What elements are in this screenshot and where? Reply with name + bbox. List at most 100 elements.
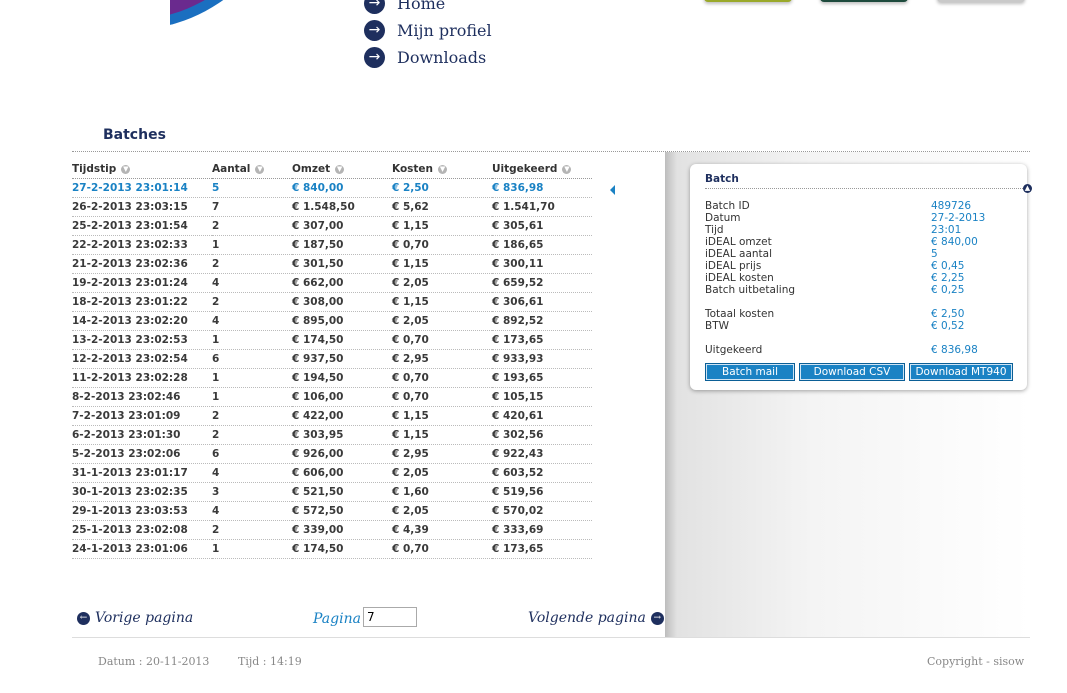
sort-icon[interactable]: ▼ [562, 165, 572, 174]
table-cell: € 1.541,70 [492, 197, 592, 217]
detail-label: iDEAL aantal [705, 248, 772, 260]
table-row[interactable]: 29-1-2013 23:03:53 4 € 572,50 € 2,05 € 570,0… [72, 501, 592, 521]
table-row[interactable]: 13-2-2013 23:02:53 1 € 174,50 € 0,70 € 173,6… [72, 330, 592, 350]
table-cell: 2 [212, 406, 292, 426]
nav-item-downloads[interactable]: → Downloads [364, 44, 492, 71]
table-cell: 7 [212, 197, 292, 217]
column-header-omzet[interactable]: Omzet ▼ [292, 160, 392, 179]
table-row[interactable]: 21-2-2013 23:02:36 2 € 301,50 € 1,15 € 300,1… [72, 254, 592, 274]
table-row[interactable]: 6-2-2013 23:01:30 2 € 303,95 € 1,15 € 302,56 [72, 425, 592, 445]
table-cell: € 1,15 [392, 425, 492, 445]
table-row[interactable]: 30-1-2013 23:02:35 3 € 521,50 € 1,60 € 519,5… [72, 482, 592, 502]
divider [72, 637, 1030, 638]
detail-value: € 0,52 [931, 320, 965, 332]
detail-value: 23:01 [931, 224, 962, 236]
table-row[interactable]: 22-2-2013 23:02:33 1 € 187,50 € 0,70 € 186,6… [72, 235, 592, 255]
table-cell: 1 [212, 368, 292, 388]
arrow-right-icon: → [364, 0, 385, 14]
top-tab-green[interactable] [704, 0, 792, 2]
table-cell: 24-1-2013 23:01:06 [72, 539, 212, 559]
table-row[interactable]: 31-1-2013 23:01:17 4 € 606,00 € 2,05 € 603,5… [72, 463, 592, 483]
column-header-uitgekeerd[interactable]: Uitgekeerd ▼ [492, 160, 592, 179]
batch-mail-button[interactable]: Batch mail [705, 363, 795, 381]
table-cell: 26-2-2013 23:03:15 [72, 197, 212, 217]
table-cell: € 606,00 [292, 463, 392, 483]
top-tab-dark-green[interactable] [820, 0, 908, 2]
table-cell: € 937,50 [292, 349, 392, 369]
table-row[interactable]: 8-2-2013 23:02:46 1 € 106,00 € 0,70 € 105,15 [72, 387, 592, 407]
table-row[interactable]: 24-1-2013 23:01:06 1 € 174,50 € 0,70 € 173,6… [72, 539, 592, 559]
table-cell: € 5,62 [392, 197, 492, 217]
detail-value: € 0,25 [931, 284, 965, 296]
table-cell: € 2,50 [392, 178, 492, 198]
table-cell: 2 [212, 216, 292, 236]
table-cell: € 659,52 [492, 273, 592, 293]
table-cell: 2 [212, 425, 292, 445]
batch-detail-card: Batch ▲ Batch ID 489726 Datum 27-2-2013 Tijd… [690, 164, 1032, 390]
sort-icon[interactable]: ▼ [121, 165, 131, 174]
detail-label: BTW [705, 320, 729, 332]
table-cell: € 895,00 [292, 311, 392, 331]
detail-value: € 836,98 [931, 344, 978, 356]
sort-icon[interactable]: ▼ [255, 165, 265, 174]
table-cell: € 0,70 [392, 539, 492, 559]
detail-label: Batch ID [705, 200, 750, 212]
table-row[interactable]: 7-2-2013 23:01:09 2 € 422,00 € 1,15 € 420,61 [72, 406, 592, 426]
download-mt940-button[interactable]: Download MT940 [909, 363, 1013, 381]
nav-item-mijn-profiel[interactable]: → Mijn profiel [364, 17, 492, 44]
table-cell: € 303,95 [292, 425, 392, 445]
table-cell: € 0,70 [392, 330, 492, 350]
previous-page-link[interactable]: ← Vorige pagina [77, 610, 193, 626]
footer-copyright: Copyright - sisow [927, 655, 1025, 668]
sort-icon[interactable]: ▼ [438, 165, 448, 174]
table-row[interactable]: 26-2-2013 23:03:15 7 € 1.548,50 € 5,62 € 1.5… [72, 197, 592, 217]
table-cell: 5-2-2013 23:02:06 [72, 444, 212, 464]
table-cell: 25-2-2013 23:01:54 [72, 216, 212, 236]
table-cell: € 193,65 [492, 368, 592, 388]
table-row[interactable]: 12-2-2013 23:02:54 6 € 937,50 € 2,95 € 933,9… [72, 349, 592, 369]
table-cell: € 603,52 [492, 463, 592, 483]
download-csv-button[interactable]: Download CSV [799, 363, 905, 381]
page-number-input[interactable] [363, 607, 417, 627]
table-cell: 4 [212, 273, 292, 293]
table-cell: 5 [212, 178, 292, 198]
table-row[interactable]: 25-2-2013 23:01:54 2 € 307,00 € 1,15 € 305,6… [72, 216, 592, 236]
table-row[interactable]: 18-2-2013 23:01:22 2 € 308,00 € 1,15 € 306,6… [72, 292, 592, 312]
table-cell: € 307,00 [292, 216, 392, 236]
detail-value: € 0,45 [931, 260, 965, 272]
table-row[interactable]: 27-2-2013 23:01:14 5 € 840,00 € 2,50 € 836,9… [72, 178, 592, 198]
table-cell: € 173,65 [492, 330, 592, 350]
detail-value: 5 [931, 248, 938, 260]
table-cell: 27-2-2013 23:01:14 [72, 178, 212, 198]
table-row[interactable]: 11-2-2013 23:02:28 1 € 194,50 € 0,70 € 193,6… [72, 368, 592, 388]
table-row[interactable]: 5-2-2013 23:02:06 6 € 926,00 € 2,95 € 922,43 [72, 444, 592, 464]
collapse-icon[interactable]: ▲ [1023, 184, 1032, 193]
table-cell: € 308,00 [292, 292, 392, 312]
detail-value: 489726 [931, 200, 972, 212]
table-cell: € 2,05 [392, 273, 492, 293]
table-cell: € 933,93 [492, 349, 592, 369]
table-cell: € 194,50 [292, 368, 392, 388]
divider [705, 188, 1023, 189]
next-page-link[interactable]: Volgende pagina → [528, 610, 664, 626]
table-row[interactable]: 25-1-2013 23:02:08 2 € 339,00 € 4,39 € 333,6… [72, 520, 592, 540]
table-row[interactable]: 19-2-2013 23:01:24 4 € 662,00 € 2,05 € 659,5… [72, 273, 592, 293]
column-header-aantal[interactable]: Aantal ▼ [212, 160, 292, 179]
column-header-tijdstip[interactable]: Tijdstip ▼ [72, 160, 212, 179]
table-cell: 1 [212, 235, 292, 255]
table-cell: 21-2-2013 23:02:36 [72, 254, 212, 274]
table-cell: 4 [212, 501, 292, 521]
column-header-label: Aantal [212, 163, 251, 175]
table-cell: 1 [212, 387, 292, 407]
nav-item-home[interactable]: → Home [364, 0, 492, 17]
arrow-left-icon: ← [77, 611, 90, 625]
sort-icon[interactable]: ▼ [335, 165, 345, 174]
column-header-label: Omzet [292, 163, 331, 175]
table-cell: 29-1-2013 23:03:53 [72, 501, 212, 521]
table-cell: € 339,00 [292, 520, 392, 540]
top-tab-grey[interactable] [937, 0, 1025, 2]
column-header-kosten[interactable]: Kosten ▼ [392, 160, 492, 179]
table-cell: € 2,05 [392, 501, 492, 521]
table-cell: € 305,61 [492, 216, 592, 236]
table-row[interactable]: 14-2-2013 23:02:20 4 € 895,00 € 2,05 € 892,5… [72, 311, 592, 331]
